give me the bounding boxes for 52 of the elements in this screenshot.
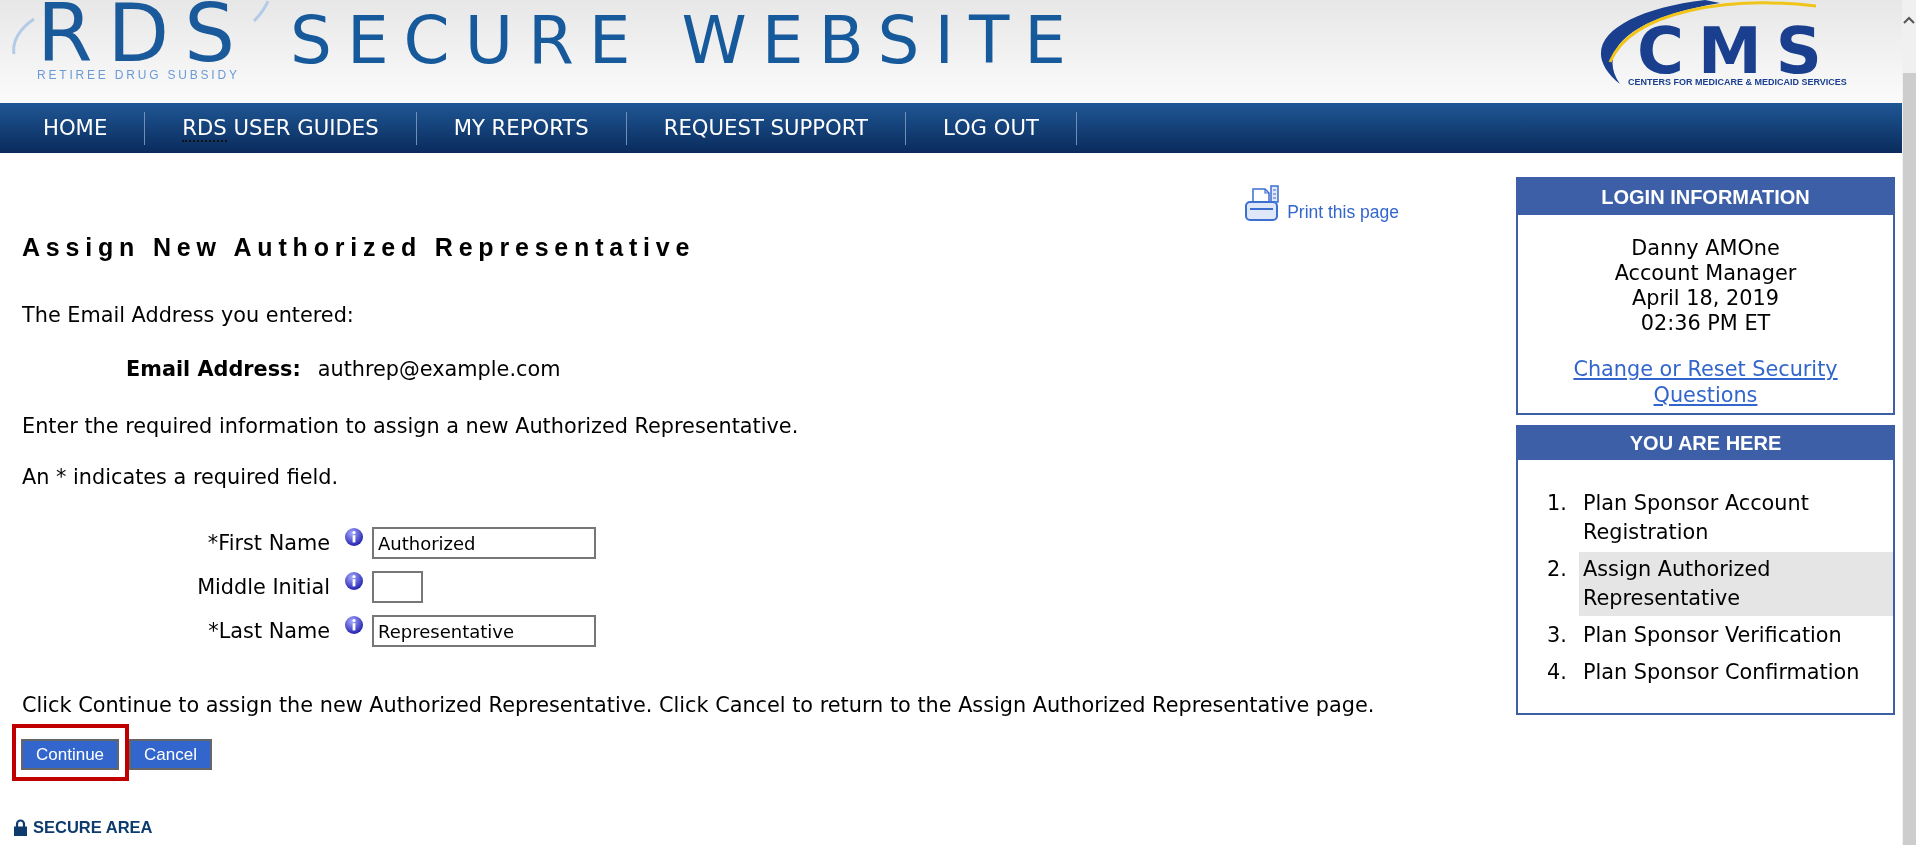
note-text: Click Continue to assign the new Authorized Representative. Click Cancel to return to the Assign Authorized Representative page.	[22, 693, 1376, 717]
site-title: SECURE WEBSITE	[290, 8, 1081, 74]
page-title: Assign New Authorized Representative	[22, 232, 696, 262]
action-button[interactable]: Cancel	[129, 739, 212, 770]
step-label: Plan Sponsor Account Registration	[1582, 490, 1810, 546]
text-field[interactable]	[372, 571, 423, 603]
step-number: 1.	[1547, 490, 1568, 517]
scroll-up-icon[interactable]	[1903, 16, 1915, 24]
intro-text: The Email Address you entered:	[22, 303, 355, 327]
scrollbar[interactable]	[1902, 0, 1916, 845]
instruction-text: An * indicates a required field.	[22, 465, 340, 489]
secure-area-label: SECURE AREA	[33, 818, 153, 836]
step-label: Plan Sponsor Confirmation	[1582, 659, 1861, 686]
nav-link[interactable]: HOME	[6, 116, 145, 140]
field-label: *First Name	[206, 530, 330, 557]
scrollbar-thumb[interactable]	[1903, 73, 1916, 845]
logo-caption: RETIREE DRUG SUBSIDY	[37, 69, 240, 81]
security-questions-link[interactable]: Change or Reset Security Questions	[1568, 356, 1843, 408]
user-role: Account Manager	[1613, 261, 1798, 286]
step-number: 4.	[1547, 659, 1568, 686]
field-label: Middle Initial	[196, 574, 330, 601]
step-label: Assign Authorized Representative	[1579, 552, 1893, 616]
info-icon[interactable]	[345, 616, 363, 634]
nav-link[interactable]: LOG OUT	[905, 116, 1076, 140]
step-label: Plan Sponsor Verification	[1582, 622, 1843, 649]
user-name: Danny AMOne	[1630, 236, 1781, 261]
panel-header: LOGIN INFORMATION	[1518, 179, 1893, 215]
logo-text: RDS	[37, 2, 250, 66]
email-value: authrep@example.com	[317, 357, 561, 381]
text-field[interactable]: Authorized	[372, 527, 596, 559]
panel-header: YOU ARE HERE	[1518, 427, 1893, 460]
swoosh-drawing	[11, 16, 35, 56]
nav-link[interactable]: REQUEST SUPPORT	[626, 116, 905, 140]
swoosh-drawing	[253, 0, 269, 22]
lock-icon	[14, 818, 27, 836]
logo-text: CMS	[1637, 26, 1836, 76]
step-number: 2.	[1547, 556, 1568, 583]
field-label: *Last Name	[207, 618, 330, 645]
print-link[interactable]: Print this page	[1244, 185, 1399, 222]
info-icon[interactable]	[345, 528, 363, 546]
action-button[interactable]: Continue	[21, 739, 120, 770]
nav-link[interactable]: RDS USER GUIDES	[145, 116, 416, 140]
email-label: Email Address:	[126, 357, 301, 381]
logo-caption: CENTERS FOR MEDICARE & MEDICAID SERVICES	[1628, 77, 1847, 87]
instruction-text: Enter the required information to assign a new Authorized Representative.	[22, 414, 800, 438]
printer-icon	[1244, 185, 1282, 222]
step-number: 3.	[1547, 622, 1568, 649]
info-icon[interactable]	[345, 572, 363, 590]
login-date: April 18, 2019	[1631, 286, 1780, 311]
nav-link[interactable]: MY REPORTS	[416, 116, 626, 140]
login-time: 02:36 PM ET	[1639, 311, 1772, 336]
text-field[interactable]: Representative	[372, 615, 596, 647]
